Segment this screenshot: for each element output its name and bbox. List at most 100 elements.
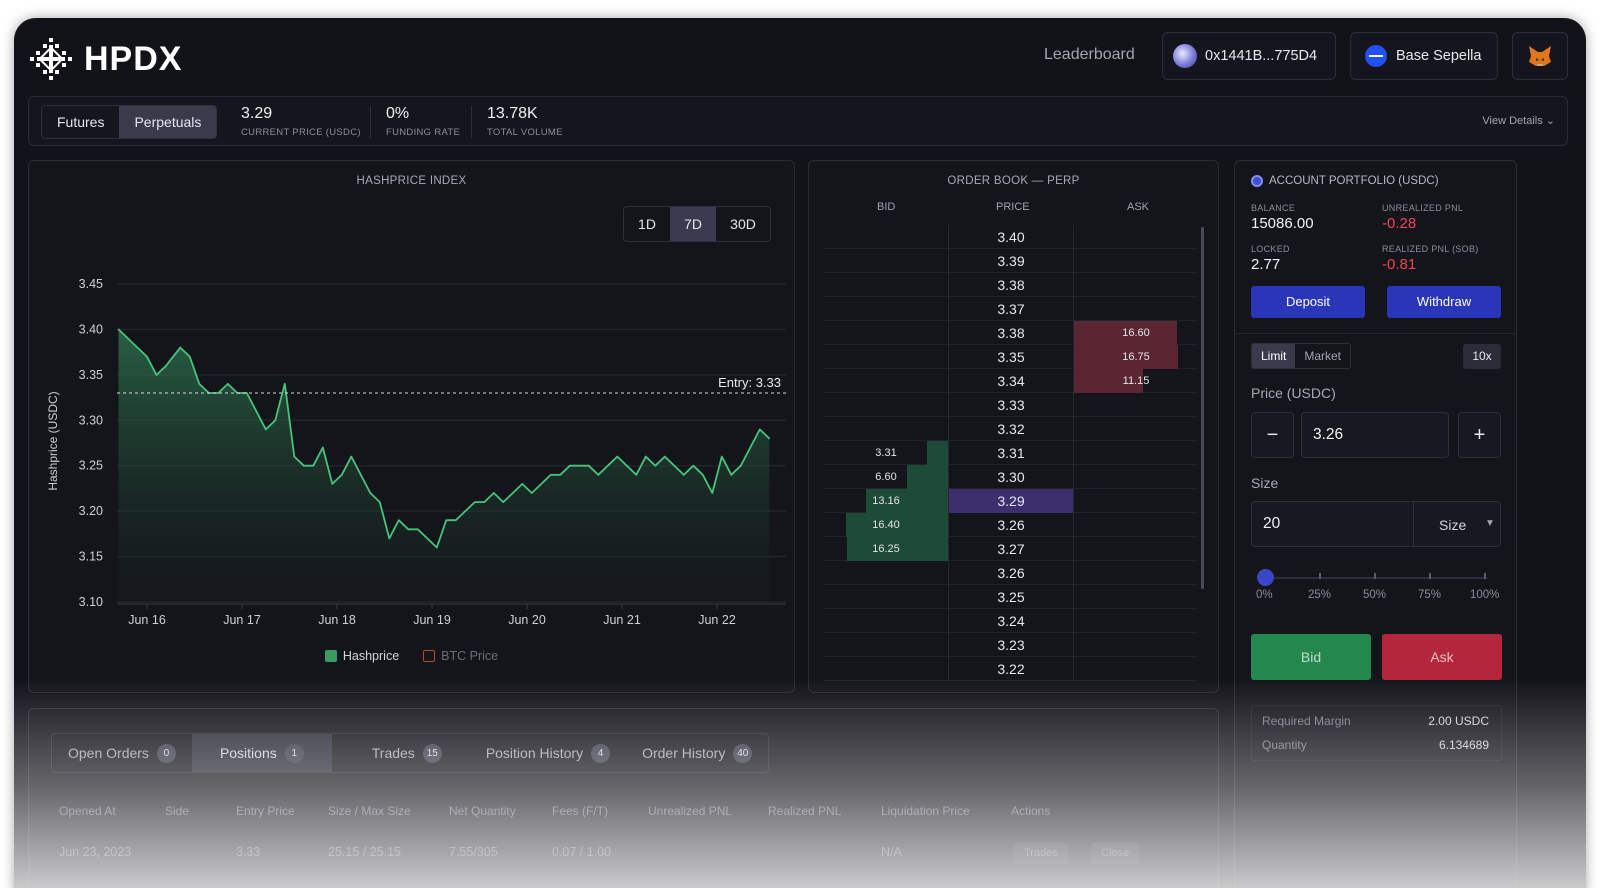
price-cell: 3.38 bbox=[948, 273, 1074, 297]
tab-open-orders[interactable]: Open Orders 0 bbox=[52, 734, 192, 772]
order-book-row[interactable]: 3.24 bbox=[824, 609, 1198, 633]
position-trades-button[interactable]: Trades bbox=[1014, 842, 1068, 864]
slider-tick bbox=[1319, 573, 1321, 579]
size-slider-track[interactable] bbox=[1265, 577, 1487, 579]
network-button[interactable]: Base Sepella bbox=[1350, 32, 1498, 80]
tab-trades[interactable]: Trades 15 bbox=[332, 734, 470, 772]
price-cell: 3.30 bbox=[948, 465, 1074, 489]
order-book-row[interactable]: 6.60 3.30 bbox=[824, 465, 1198, 489]
bid-size-cell: 16.40 bbox=[872, 519, 900, 531]
tab-positions[interactable]: Positions 1 bbox=[191, 734, 332, 772]
order-book-row[interactable]: 3.33 bbox=[824, 393, 1198, 417]
tab-position-history[interactable]: Position History 4 bbox=[470, 734, 626, 772]
price-cell: 3.24 bbox=[948, 609, 1074, 633]
hashprice-point bbox=[312, 464, 315, 467]
futures-tab[interactable]: Futures bbox=[42, 106, 119, 138]
perpetuals-tab[interactable]: Perpetuals bbox=[119, 106, 217, 138]
hashprice-point bbox=[730, 474, 733, 476]
size-unit-select[interactable]: Size bbox=[1439, 517, 1466, 533]
logo[interactable]: HPDX bbox=[28, 36, 182, 82]
hashprice-point bbox=[136, 346, 139, 349]
order-book-row[interactable]: 3.38 16.60 bbox=[824, 321, 1198, 345]
balance-stat: BALANCE 15086.00 bbox=[1251, 203, 1314, 232]
leverage-button[interactable]: 10x bbox=[1463, 344, 1501, 369]
legend-hashprice-label: Hashprice bbox=[342, 649, 400, 663]
order-book-panel: ORDER BOOK — PERP BID PRICE ASK 3.40 3.39… bbox=[808, 160, 1219, 693]
hashprice-point bbox=[179, 346, 182, 349]
legend-btc-price[interactable]: BTC Price bbox=[423, 649, 498, 663]
leaderboard-link[interactable]: Leaderboard bbox=[1044, 46, 1135, 64]
hashprice-point bbox=[749, 446, 752, 449]
price-increment-button[interactable]: + bbox=[1458, 412, 1501, 458]
hashprice-point bbox=[625, 464, 628, 467]
order-book-row[interactable]: 3.39 bbox=[824, 249, 1198, 273]
ask-button[interactable]: Ask bbox=[1382, 634, 1502, 680]
bid-button[interactable]: Bid bbox=[1251, 634, 1371, 680]
order-book-scrollbar[interactable] bbox=[1201, 227, 1204, 589]
x-tick-label: Jun 21 bbox=[603, 613, 641, 627]
metamask-button[interactable] bbox=[1512, 32, 1568, 80]
hashprice-point bbox=[454, 519, 457, 522]
funding-rate-value: 0% bbox=[386, 105, 410, 122]
order-book-row[interactable]: 3.22 bbox=[824, 657, 1198, 681]
positions-tabs: Open Orders 0 Positions 1 Trades 15 Posi… bbox=[51, 733, 770, 773]
order-book-row[interactable]: 16.25 3.27 bbox=[824, 537, 1198, 561]
position-entry-price: 3.33 bbox=[236, 845, 261, 859]
order-book-row[interactable]: 16.40 3.26 bbox=[824, 513, 1198, 537]
deposit-button[interactable]: Deposit bbox=[1251, 286, 1365, 318]
hashprice-point bbox=[217, 392, 220, 394]
price-cell: 3.38 bbox=[948, 321, 1074, 345]
limit-order-tab[interactable]: Limit bbox=[1252, 344, 1296, 368]
order-book-row[interactable]: 3.31 3.31 bbox=[824, 441, 1198, 465]
order-book-row[interactable]: 3.38 bbox=[824, 273, 1198, 297]
bid-size-cell: 6.60 bbox=[875, 471, 897, 483]
price-decrement-button[interactable]: − bbox=[1251, 412, 1294, 458]
tab-label: Position History bbox=[485, 745, 584, 761]
hashprice-point bbox=[331, 483, 334, 485]
wallet-button[interactable]: 0x1441B...775D4 bbox=[1162, 32, 1336, 80]
size-slider-handle[interactable] bbox=[1257, 569, 1274, 586]
slider-tick bbox=[1374, 573, 1376, 579]
market-stats-bar: Futures Perpetuals 3.29 CURRENT PRICE (U… bbox=[28, 96, 1568, 146]
quantity-label: Quantity bbox=[1262, 738, 1307, 752]
legend-hashprice[interactable]: Hashprice bbox=[324, 649, 400, 663]
price-input[interactable]: 3.26 bbox=[1301, 412, 1449, 458]
tab-count-badge: 4 bbox=[591, 743, 611, 763]
y-tick-label: 3.30 bbox=[79, 413, 103, 427]
withdraw-button[interactable]: Withdraw bbox=[1387, 286, 1501, 318]
total-volume-label: TOTAL VOLUME bbox=[487, 127, 563, 138]
position-close-button[interactable]: Close bbox=[1091, 842, 1140, 864]
order-book-row[interactable]: 3.35 16.75 bbox=[824, 345, 1198, 369]
order-book-row[interactable]: 3.32 bbox=[824, 417, 1198, 441]
order-book-row[interactable]: 3.37 bbox=[824, 297, 1198, 321]
hashprice-point bbox=[483, 501, 486, 503]
tab-count-badge: 1 bbox=[284, 743, 304, 763]
hashprice-point bbox=[293, 455, 296, 458]
tab-order-history[interactable]: Order History 40 bbox=[626, 734, 768, 772]
tab-count-badge: 40 bbox=[733, 743, 753, 763]
column-header-size: Size / Max Size bbox=[328, 804, 411, 818]
hashprice-chart[interactable]: Entry: 3.33 3.45 3.40 3.35 3.30 3.25 3.20 3.15… bbox=[29, 161, 794, 692]
ask-size-cell: 11.15 bbox=[1122, 375, 1150, 387]
order-book-row[interactable]: 3.26 bbox=[824, 561, 1198, 585]
hashprice-point bbox=[597, 474, 600, 476]
x-tick-label: Jun 18 bbox=[318, 613, 356, 627]
quantity-row: Quantity 6.134689 bbox=[1262, 738, 1489, 752]
order-book-row[interactable]: 3.34 11.15 bbox=[824, 369, 1198, 393]
hashprice-point bbox=[530, 492, 533, 494]
view-details-link[interactable]: View Details ⌄ bbox=[1482, 114, 1555, 127]
hashprice-point bbox=[388, 537, 391, 540]
hashprice-point bbox=[521, 483, 524, 485]
order-book-row[interactable]: 3.25 bbox=[824, 585, 1198, 609]
size-input[interactable]: 20 Size ▼ bbox=[1251, 501, 1501, 547]
hashprice-point bbox=[635, 474, 638, 476]
base-network-icon bbox=[1365, 45, 1387, 67]
order-book-row[interactable]: 3.40 bbox=[824, 225, 1198, 249]
hashprice-point bbox=[146, 355, 148, 358]
price-field-label: Price (USDC) bbox=[1251, 385, 1336, 401]
current-price-cell: 3.29 bbox=[948, 489, 1074, 513]
order-book-row[interactable]: 3.23 bbox=[824, 633, 1198, 657]
unrealized-pnl-value: -0.28 bbox=[1382, 215, 1417, 232]
market-order-tab[interactable]: Market bbox=[1295, 344, 1350, 368]
order-book-row[interactable]: 13.16 3.29 bbox=[824, 489, 1198, 513]
